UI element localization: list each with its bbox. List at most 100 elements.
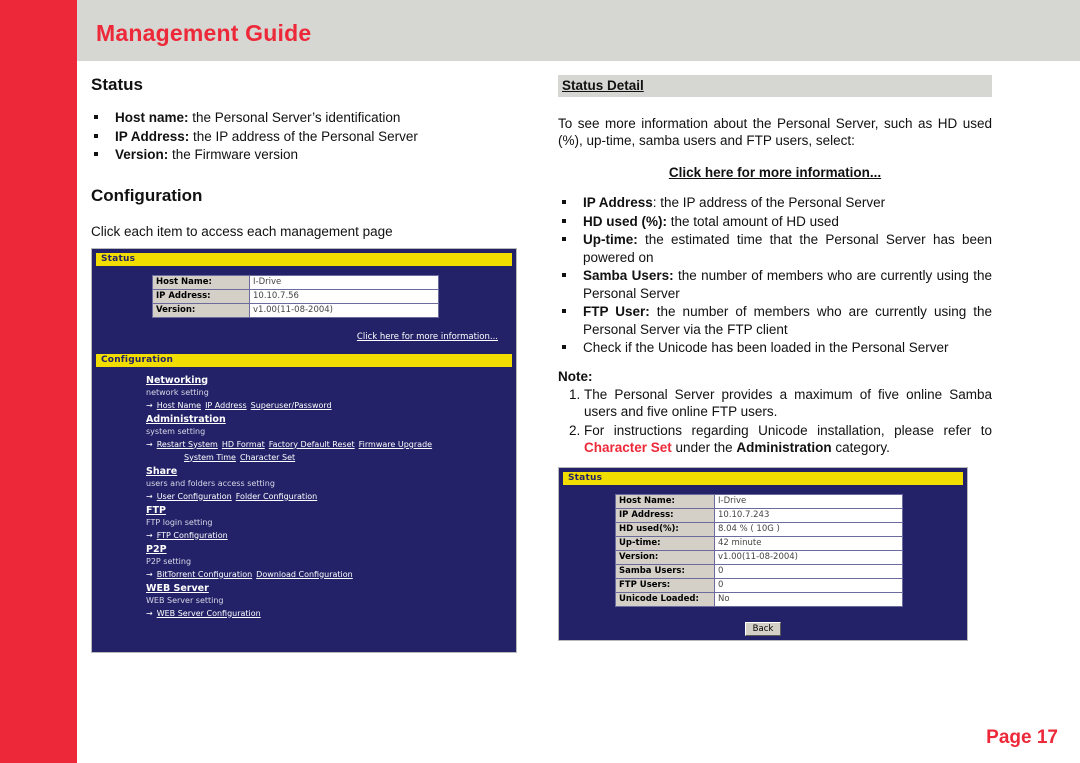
config-link[interactable]: IP Address: [205, 401, 247, 410]
config-group-administration: Administration system setting → Restart S…: [146, 413, 506, 464]
row-value: 10.10.7.243: [714, 507, 903, 523]
group-links: → FTP Configuration: [146, 529, 506, 542]
config-link[interactable]: Restart System: [157, 440, 218, 449]
row-key: Up-time:: [615, 535, 715, 551]
bullet-term: HD used (%):: [583, 213, 667, 229]
group-title[interactable]: WEB Server: [146, 582, 506, 595]
config-group-web-server: WEB Server WEB Server setting → WEB Serve…: [146, 582, 506, 620]
bullet-desc: Check if the Unicode has been loaded in …: [583, 340, 949, 355]
config-link[interactable]: Host Name: [157, 401, 201, 410]
table-row: Version: v1.00(11-08-2004): [152, 302, 439, 318]
device-screenshot-left: Status Host Name: I-Drive IP Address: 10…: [91, 247, 517, 653]
config-link[interactable]: System Time: [184, 453, 236, 462]
left-column: Status Host name: the Personal Server’s …: [91, 75, 521, 653]
configuration-title-bar: Configuration: [96, 353, 512, 367]
bullet-desc: the estimated time that the Personal Ser…: [583, 232, 992, 265]
row-value: 42 minute: [714, 535, 903, 551]
group-title[interactable]: Share: [146, 465, 506, 478]
note-text: For instructions regarding Unicode insta…: [584, 422, 992, 438]
group-desc: network setting: [146, 387, 209, 397]
config-link[interactable]: User Configuration: [157, 492, 232, 501]
row-key: IP Address:: [152, 288, 250, 304]
table-row: IP Address: 10.10.7.243: [615, 507, 903, 523]
list-item: IP Address: the IP address of the Person…: [91, 128, 521, 146]
config-link[interactable]: HD Format: [222, 440, 265, 449]
group-desc: users and folders access setting: [146, 478, 275, 488]
status-title-bar: Status: [563, 471, 963, 485]
row-value: 0: [714, 577, 903, 593]
config-link[interactable]: Folder Configuration: [236, 492, 318, 501]
row-key: Version:: [615, 549, 715, 565]
config-group-share: Share users and folders access setting →…: [146, 465, 506, 503]
group-title[interactable]: Administration: [146, 413, 506, 426]
more-information-link[interactable]: Click here for more information...: [92, 332, 498, 342]
row-value: v1.00(11-08-2004): [249, 302, 439, 318]
configuration-heading: Configuration: [91, 185, 203, 205]
group-links: → BitTorrent Configuration Download Config…: [146, 568, 506, 581]
bullet-desc: the Personal Server’s identification: [188, 110, 401, 125]
list-item: Up-time: the estimated time that the Per…: [558, 231, 992, 266]
group-title[interactable]: P2P: [146, 543, 506, 556]
status-detail-band: Status Detail: [558, 75, 992, 97]
group-links: → Restart System HD Format Factory Default …: [146, 438, 506, 464]
note-text: The Personal Server provides a maximum o…: [584, 386, 992, 420]
config-link[interactable]: Factory Default Reset: [269, 440, 355, 449]
bullet-desc: the IP address of the Personal Server: [189, 128, 418, 144]
configuration-link-tree: Networking network setting → Host Name IP …: [146, 374, 506, 620]
page-number: Page 17: [986, 727, 1058, 748]
status-info-table: Host Name: I-Drive IP Address: 10.10.7.5…: [152, 274, 439, 318]
row-key: FTP Users:: [615, 577, 715, 593]
bullet-term: FTP User:: [583, 304, 650, 319]
status-detail-table: Host Name: I-Drive IP Address: 10.10.7.2…: [615, 493, 903, 607]
configuration-intro: Click each item to access each managemen…: [91, 223, 393, 239]
character-set-reference: Character Set: [584, 440, 672, 455]
group-title[interactable]: Networking: [146, 374, 506, 387]
config-group-networking: Networking network setting → Host Name IP …: [146, 374, 506, 412]
arrow-icon: →: [146, 608, 153, 618]
list-item: Version: the Firmware version: [91, 146, 521, 164]
more-information-link[interactable]: Click here for more information...: [558, 165, 992, 180]
config-group-ftp: FTP FTP login setting → FTP Configuration: [146, 504, 506, 542]
bullet-desc: the total amount of HD used: [667, 213, 839, 229]
config-link[interactable]: BitTorrent Configuration: [157, 570, 252, 579]
arrow-icon: →: [146, 491, 153, 501]
config-link[interactable]: Firmware Upgrade: [359, 440, 432, 449]
list-item: Samba Users: the number of members who a…: [558, 267, 992, 302]
left-red-rail: [0, 0, 77, 763]
row-key: IP Address:: [615, 507, 715, 523]
table-row: HD used(%): 8.04 % ( 10G ): [615, 521, 903, 537]
bullet-term: Samba Users:: [583, 268, 674, 283]
note-heading: Note:: [558, 368, 593, 384]
row-value: 10.10.7.56: [249, 288, 439, 304]
status-detail-title: Status Detail: [562, 78, 644, 93]
group-desc: P2P setting: [146, 556, 192, 566]
table-row: Host Name: I-Drive: [615, 493, 903, 509]
list-item: IP Address: the IP address of the Person…: [558, 194, 992, 212]
config-group-p2p: P2P P2P setting → BitTorrent Configuratio…: [146, 543, 506, 581]
config-link[interactable]: Download Configuration: [256, 570, 353, 579]
row-value: I-Drive: [249, 274, 439, 290]
row-key: Version:: [152, 302, 250, 318]
row-key: Samba Users:: [615, 563, 715, 579]
list-item: FTP User: the number of members who are …: [558, 303, 992, 338]
status-title-bar: Status: [96, 252, 512, 266]
group-title[interactable]: FTP: [146, 504, 506, 517]
note-text: category.: [831, 440, 890, 455]
arrow-icon: →: [146, 400, 153, 410]
note-text: under the: [671, 440, 737, 455]
table-row: Unicode Loaded: No: [615, 591, 903, 607]
page-title: Management Guide: [96, 20, 312, 46]
arrow-icon: →: [146, 569, 153, 579]
config-link[interactable]: FTP Configuration: [157, 531, 228, 540]
status-detail-intro: To see more information about the Person…: [558, 116, 992, 148]
group-links: → WEB Server Configuration: [146, 607, 506, 620]
back-button[interactable]: Back: [744, 621, 782, 636]
config-link[interactable]: Superuser/Password: [251, 401, 332, 410]
bullet-term: Host name:: [115, 110, 189, 125]
list-item: Host name: the Personal Server’s identif…: [91, 109, 521, 127]
config-link[interactable]: WEB Server Configuration: [157, 609, 261, 618]
administration-reference: Administration: [736, 440, 832, 455]
config-link[interactable]: Character Set: [240, 453, 295, 462]
group-desc: FTP login setting: [146, 517, 213, 527]
device-screenshot-right: Status Host Name: I-Drive IP Address: 10…: [558, 466, 968, 641]
